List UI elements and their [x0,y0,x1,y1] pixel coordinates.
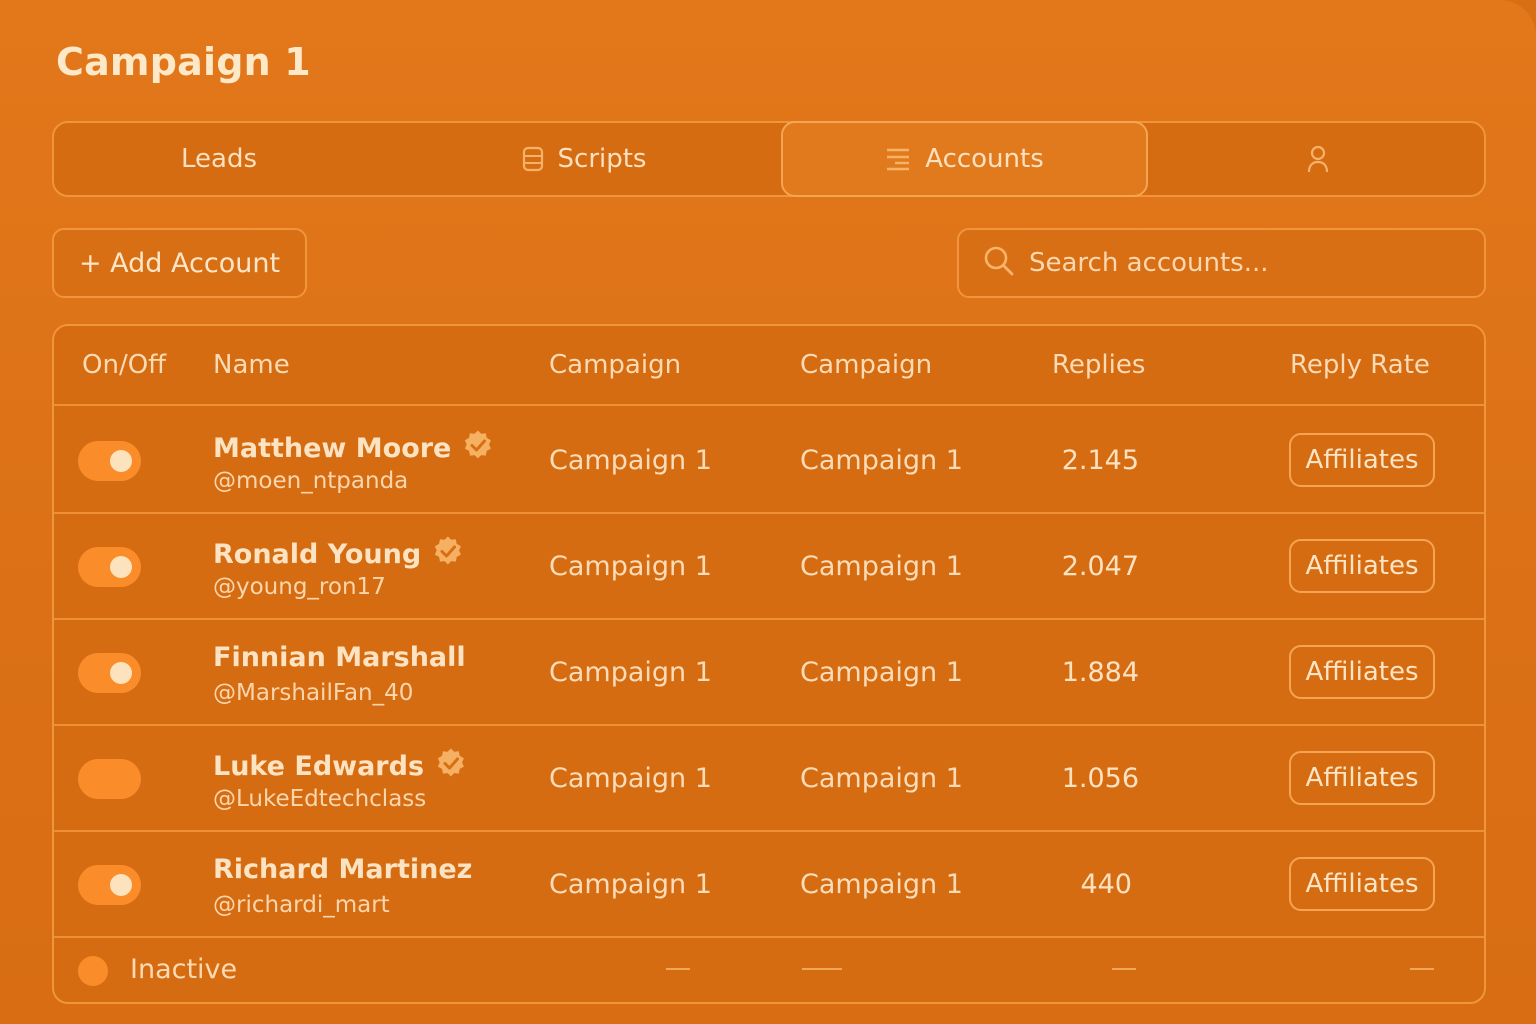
campaign-cell-2: Campaign 1 [800,657,963,688]
tab-user[interactable] [1148,123,1488,195]
campaign-cell: Campaign 1 [549,551,712,582]
tag-label: Affiliates [1305,869,1419,899]
header-replies[interactable]: Replies [1052,350,1145,380]
account-name: Finnian Marshall [213,642,466,673]
account-name: Matthew Moore [213,430,493,467]
on-off-toggle[interactable] [78,441,141,481]
header-name[interactable]: Name [213,350,290,380]
toggle-knob [110,874,132,896]
tab-label: Scripts [557,144,647,174]
account-handle: @young_ron17 [213,574,386,600]
search-box[interactable] [957,228,1486,298]
app-panel: Campaign 1 Leads Scripts Accounts + Add … [0,0,1536,1024]
reply-rate-tag[interactable]: Affiliates [1289,751,1435,805]
table-row: Finnian Marshall @MarshailFan_40 Campaign … [54,620,1484,726]
account-name: Richard Martinez [213,854,472,885]
toggle-knob [110,450,132,472]
replies-cell: 1.884 [1061,657,1139,688]
account-handle: @LukeEdtechclass [213,786,427,812]
on-off-toggle[interactable] [78,653,141,693]
status-dot [78,956,108,986]
account-handle: @richardi_mart [213,892,390,918]
search-icon [983,245,1015,281]
tag-label: Affiliates [1305,445,1419,475]
account-handle: @moen_ntpanda [213,468,409,494]
on-off-toggle[interactable] [78,759,141,799]
reply-rate-tag[interactable]: Affiliates [1289,857,1435,911]
verified-badge-icon [433,536,463,573]
tab-leads[interactable]: Leads [54,123,384,195]
search-input[interactable] [1029,248,1469,278]
account-name-text: Matthew Moore [213,433,452,464]
dash [1112,968,1136,970]
accounts-table: On/Off Name Campaign Campaign Replies Re… [52,324,1486,1004]
add-account-button[interactable]: + Add Account [52,228,307,298]
account-name: Ronald Young [213,536,463,573]
replies-cell: 2.145 [1061,445,1139,476]
page-title: Campaign 1 [56,40,311,84]
reply-rate-tag[interactable]: Affiliates [1289,433,1435,487]
tab-label: Leads [180,144,257,174]
replies-cell: 2.047 [1061,551,1139,582]
tab-accounts[interactable]: Accounts [781,121,1148,197]
header-reply-rate[interactable]: Reply Rate [1290,350,1430,380]
toggle-knob [110,556,132,578]
campaign-cell-2: Campaign 1 [800,445,963,476]
user-icon [1306,145,1330,173]
tag-label: Affiliates [1305,763,1419,793]
reply-rate-tag[interactable]: Affiliates [1289,539,1435,593]
tag-label: Affiliates [1305,551,1419,581]
campaign-cell: Campaign 1 [549,763,712,794]
header-campaign[interactable]: Campaign [549,350,681,380]
table-row: Richard Martinez @richardi_mart Campaign 1… [54,832,1484,938]
table-row: Ronald Young @young_ron17 Campaign 1 Campai… [54,514,1484,620]
add-account-label: + Add Account [78,247,281,279]
replies-cell: 1.056 [1061,763,1139,794]
on-off-toggle[interactable] [78,865,141,905]
campaign-cell-2: Campaign 1 [800,763,963,794]
reply-rate-tag[interactable]: Affiliates [1289,645,1435,699]
inactive-label: Inactive [130,954,238,985]
dash [802,968,842,970]
header-on-off[interactable]: On/Off [82,350,166,380]
list-icon [885,146,911,172]
table-header: On/Off Name Campaign Campaign Replies Re… [54,326,1484,406]
account-name-text: Luke Edwards [213,751,425,782]
table-row: Matthew Moore @moen_ntpanda Campaign 1 Camp… [54,408,1484,514]
tab-label: Accounts [925,144,1044,174]
table-row: Luke Edwards @LukeEdtechclass Campaign 1 Ca… [54,726,1484,832]
account-name-text: Richard Martinez [213,854,473,885]
dash [666,968,690,970]
dash [1410,968,1434,970]
account-name-text: Ronald Young [213,539,422,570]
tab-bar: Leads Scripts Accounts [52,121,1486,197]
inactive-row: Inactive [54,934,1484,1002]
campaign-cell-2: Campaign 1 [800,869,963,900]
campaign-cell: Campaign 1 [549,445,712,476]
account-name: Luke Edwards [213,748,466,785]
toggle-knob [110,662,132,684]
campaign-cell: Campaign 1 [549,657,712,688]
tab-scripts[interactable]: Scripts [384,123,784,195]
on-off-toggle[interactable] [78,547,141,587]
document-icon [522,146,544,172]
verified-badge-icon [463,430,493,467]
verified-badge-icon [436,748,466,785]
account-handle: @MarshailFan_40 [213,680,414,706]
campaign-cell-2: Campaign 1 [800,551,963,582]
header-campaign-2[interactable]: Campaign [800,350,932,380]
tag-label: Affiliates [1305,657,1419,687]
account-name-text: Finnian Marshall [213,642,466,673]
replies-cell: 440 [1080,869,1132,900]
campaign-cell: Campaign 1 [549,869,712,900]
